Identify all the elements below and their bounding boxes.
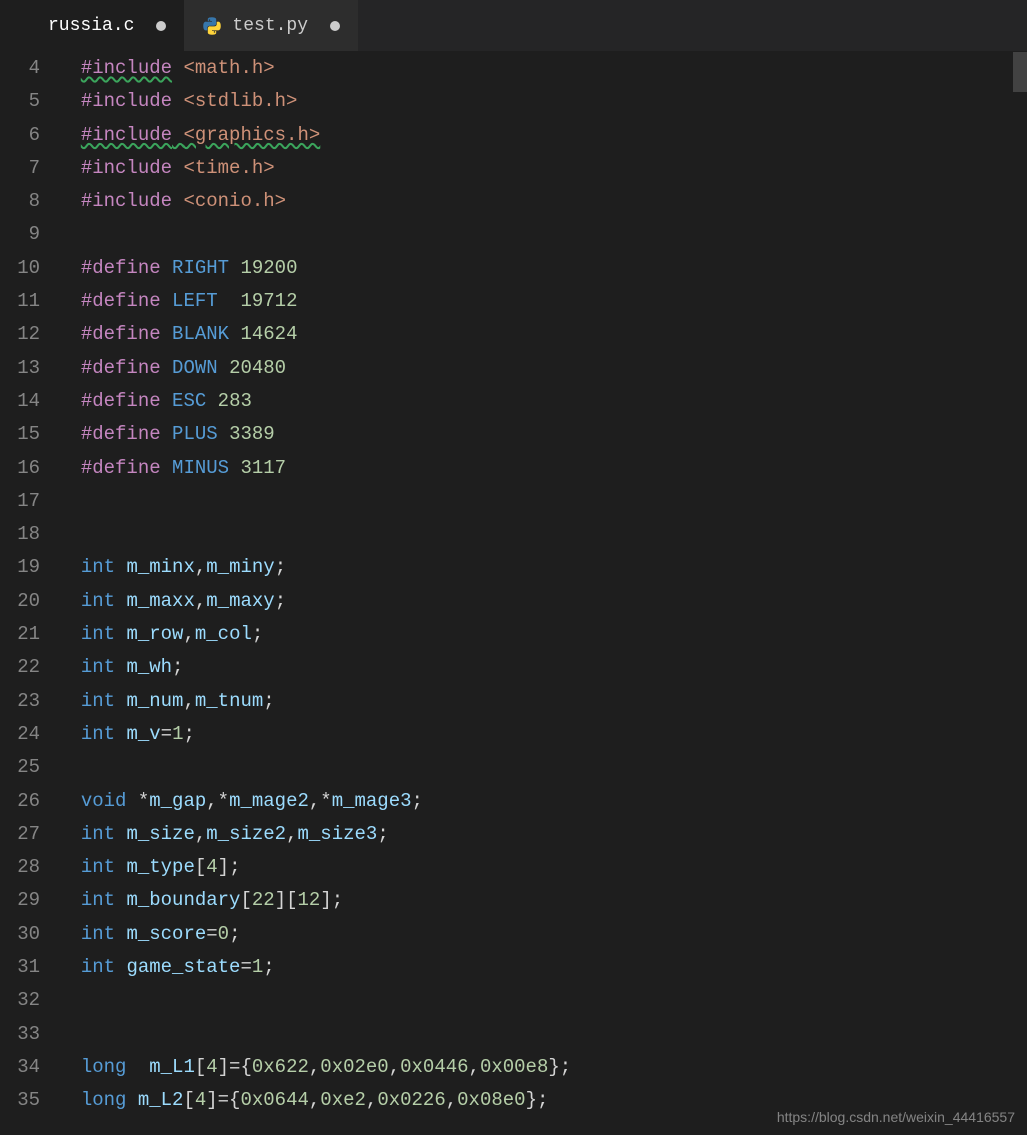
line-number-gutter: 4567891011121314151617181920212223242526… — [0, 52, 58, 1135]
code-area[interactable]: #include <math.h> #include <stdlib.h> #i… — [58, 52, 1027, 1135]
line-number: 12 — [0, 318, 40, 351]
code-line[interactable]: int m_wh; — [58, 651, 1027, 684]
line-number: 13 — [0, 352, 40, 385]
line-number: 10 — [0, 252, 40, 285]
line-number: 20 — [0, 585, 40, 618]
code-line[interactable]: int game_state=1; — [58, 951, 1027, 984]
code-line[interactable]: int m_type[4]; — [58, 851, 1027, 884]
code-line[interactable]: #define LEFT 19712 — [58, 285, 1027, 318]
line-number: 4 — [0, 52, 40, 85]
tab-label: test.py — [232, 16, 308, 36]
tab-label: russia.c — [48, 16, 134, 36]
line-number: 26 — [0, 785, 40, 818]
code-line[interactable] — [58, 485, 1027, 518]
watermark: https://blog.csdn.net/weixin_44416557 — [777, 1109, 1015, 1125]
code-line[interactable] — [58, 751, 1027, 784]
line-number: 34 — [0, 1051, 40, 1084]
code-line[interactable]: #define RIGHT 19200 — [58, 252, 1027, 285]
line-number: 16 — [0, 452, 40, 485]
line-number: 19 — [0, 551, 40, 584]
code-line[interactable] — [58, 518, 1027, 551]
code-line[interactable]: #include <stdlib.h> — [58, 85, 1027, 118]
line-number: 11 — [0, 285, 40, 318]
tab-russia-c[interactable]: russia.c — [0, 0, 184, 51]
tab-test-py[interactable]: test.py — [184, 0, 358, 51]
line-number: 9 — [0, 218, 40, 251]
code-line[interactable]: int m_score=0; — [58, 918, 1027, 951]
line-number: 23 — [0, 685, 40, 718]
code-line[interactable]: #define BLANK 14624 — [58, 318, 1027, 351]
line-number: 24 — [0, 718, 40, 751]
code-line[interactable]: #include <graphics.h> — [58, 119, 1027, 152]
line-number: 28 — [0, 851, 40, 884]
code-line[interactable]: long m_L1[4]={0x622,0x02e0,0x0446,0x00e8… — [58, 1051, 1027, 1084]
line-number: 21 — [0, 618, 40, 651]
line-number: 18 — [0, 518, 40, 551]
line-number: 31 — [0, 951, 40, 984]
code-line[interactable]: int m_row,m_col; — [58, 618, 1027, 651]
unsaved-indicator-icon — [330, 21, 340, 31]
code-line[interactable]: #define MINUS 3117 — [58, 452, 1027, 485]
code-line[interactable]: void *m_gap,*m_mage2,*m_mage3; — [58, 785, 1027, 818]
scrollbar-track[interactable] — [1013, 52, 1027, 1135]
line-number: 5 — [0, 85, 40, 118]
line-number: 33 — [0, 1018, 40, 1051]
scrollbar-thumb[interactable] — [1013, 52, 1027, 92]
code-line[interactable] — [58, 1018, 1027, 1051]
line-number: 30 — [0, 918, 40, 951]
line-number: 7 — [0, 152, 40, 185]
code-line[interactable] — [58, 218, 1027, 251]
unsaved-indicator-icon — [156, 21, 166, 31]
code-line[interactable]: #define PLUS 3389 — [58, 418, 1027, 451]
code-line[interactable]: #define DOWN 20480 — [58, 352, 1027, 385]
line-number: 25 — [0, 751, 40, 784]
code-line[interactable]: int m_num,m_tnum; — [58, 685, 1027, 718]
line-number: 14 — [0, 385, 40, 418]
line-number: 8 — [0, 185, 40, 218]
code-line[interactable]: int m_minx,m_miny; — [58, 551, 1027, 584]
code-line[interactable]: int m_boundary[22][12]; — [58, 884, 1027, 917]
code-line[interactable]: #include <time.h> — [58, 152, 1027, 185]
code-line[interactable]: #include <conio.h> — [58, 185, 1027, 218]
editor: 4567891011121314151617181920212223242526… — [0, 52, 1027, 1135]
python-icon — [202, 16, 222, 36]
tab-bar: russia.c test.py — [0, 0, 1027, 52]
line-number: 15 — [0, 418, 40, 451]
code-line[interactable] — [58, 984, 1027, 1017]
line-number: 35 — [0, 1084, 40, 1117]
line-number: 32 — [0, 984, 40, 1017]
line-number: 17 — [0, 485, 40, 518]
code-line[interactable]: int m_v=1; — [58, 718, 1027, 751]
c-file-icon — [18, 16, 38, 36]
code-line[interactable]: #include <math.h> — [58, 52, 1027, 85]
line-number: 27 — [0, 818, 40, 851]
code-line[interactable]: int m_maxx,m_maxy; — [58, 585, 1027, 618]
line-number: 22 — [0, 651, 40, 684]
code-line[interactable]: #define ESC 283 — [58, 385, 1027, 418]
line-number: 29 — [0, 884, 40, 917]
code-line[interactable]: int m_size,m_size2,m_size3; — [58, 818, 1027, 851]
line-number: 6 — [0, 119, 40, 152]
